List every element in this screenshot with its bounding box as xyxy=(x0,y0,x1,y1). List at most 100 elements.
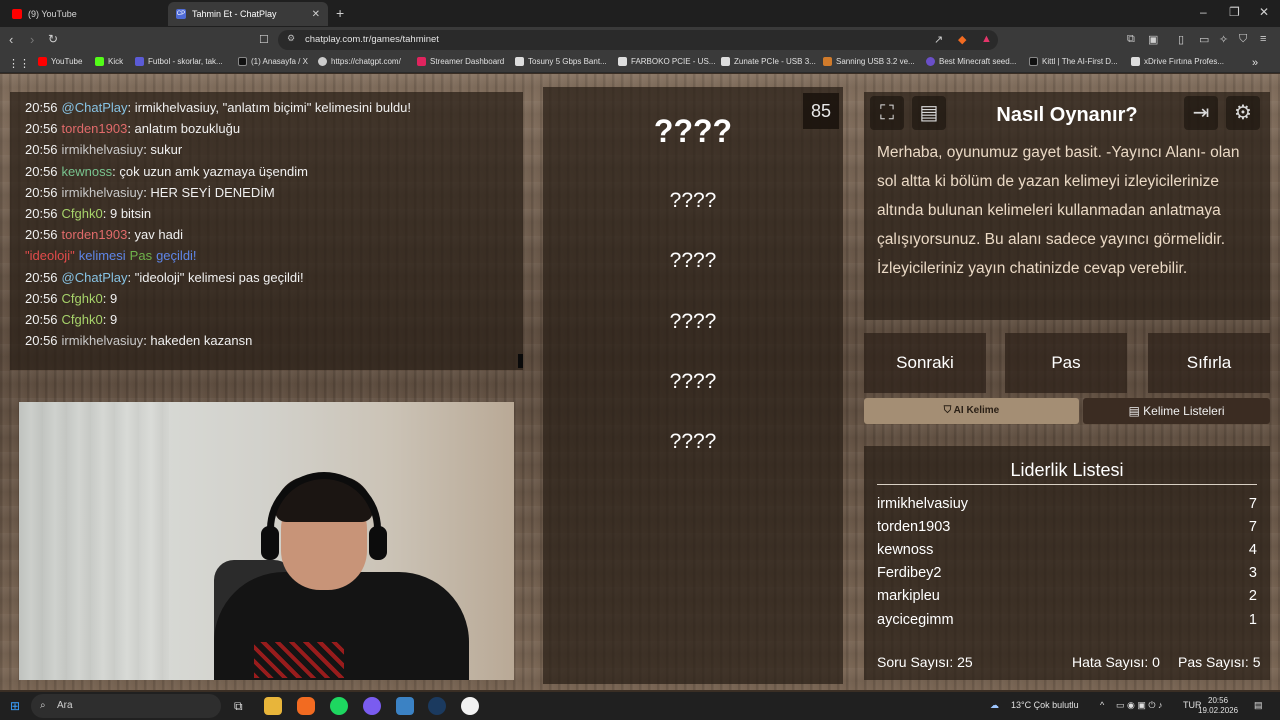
chat-text: : HER SEYİ DENEDİM xyxy=(143,184,275,200)
pass-button[interactable]: Pas xyxy=(1005,333,1127,393)
bookmark-x[interactable]: (1) Anasayfa / X xyxy=(238,57,308,66)
chat-username[interactable]: torden1903 xyxy=(62,121,128,136)
chat-text: : 9 xyxy=(102,312,118,327)
address-bar[interactable]: ⚙ chatplay.com.tr/games/tahminet xyxy=(278,30,998,50)
brave-rewards-icon[interactable]: ▲ xyxy=(981,33,992,45)
chat-username[interactable]: irmikhelvasiuy xyxy=(62,185,144,200)
notification-icon[interactable]: ▤ xyxy=(1254,700,1263,711)
chat-username[interactable]: irmikhelvasiuy xyxy=(62,333,144,348)
x-icon xyxy=(238,57,247,66)
bookmark-sanning[interactable]: Sanning USB 3.2 ve... xyxy=(823,57,915,66)
more-bookmarks-icon[interactable]: » xyxy=(1252,57,1258,69)
chat-message: 20:56 kewnoss: çok uzun amk yazmaya üşend… xyxy=(25,164,308,179)
bookmark-tosuny[interactable]: Tosuny 5 Gbps Bant... xyxy=(515,57,607,66)
restore-icon[interactable]: ❐ xyxy=(1229,5,1240,19)
site-info-icon[interactable]: ⚙ xyxy=(287,33,295,44)
bookmark-farboko[interactable]: FARBOKO PCIE - US... xyxy=(618,57,715,66)
next-button[interactable]: Sonraki xyxy=(864,333,986,393)
sidebar-icon[interactable]: ▯ xyxy=(1178,33,1184,46)
menu-icon[interactable]: ≡ xyxy=(1260,33,1266,45)
windows-start-icon[interactable]: ⊞ xyxy=(10,699,20,713)
leaderboard-row: aycicegimm 1 xyxy=(877,612,1257,628)
chat-username[interactable]: Cfghk0 xyxy=(62,206,103,221)
chat-message: 20:56 Cfghk0: 9 bitsin xyxy=(25,206,151,221)
settings-gear-icon[interactable]: ⚙ xyxy=(1226,96,1260,130)
game-page: 20:56 @ChatPlay: irmikhelvasiuy, "anlatım… xyxy=(0,74,1280,690)
list-icon: ▤ xyxy=(1128,404,1144,418)
tab-youtube[interactable]: (9) YouTube xyxy=(4,2,168,26)
wallet-icon[interactable]: ▭ xyxy=(1199,33,1209,46)
bookmark-kittl[interactable]: Kittl | The AI-First D... xyxy=(1029,57,1118,66)
leaderboard-title: Liderlik Listesi xyxy=(1010,460,1124,480)
apps-icon[interactable]: ⋮⋮ xyxy=(8,57,30,70)
reload-icon[interactable]: ↻ xyxy=(48,32,58,46)
show-hidden-icons[interactable]: ^ xyxy=(1100,700,1104,710)
taskbar-search[interactable]: ⌕ Ara xyxy=(31,694,221,718)
word-lists-button[interactable]: ▤ Kelime Listeleri xyxy=(1083,398,1270,424)
chat-text: : hakeden kazansn xyxy=(143,333,253,349)
minimize-icon[interactable]: – xyxy=(1200,5,1207,19)
secret-word: ???? xyxy=(653,113,733,149)
steam-icon[interactable] xyxy=(428,697,446,715)
exit-icon[interactable]: ⇥ xyxy=(1184,96,1218,130)
new-tab-icon[interactable]: + xyxy=(336,5,344,21)
chat-text: : irmikhelvasiuy, "anlatım biçimi" kelim… xyxy=(127,100,412,115)
bookmark-streamer-dashboard[interactable]: Streamer Dashboard xyxy=(417,57,504,66)
bookmark-icon[interactable]: ☐ xyxy=(259,33,269,46)
close-tab-icon[interactable]: ✕ xyxy=(312,9,320,20)
chat-username[interactable]: Cfghk0 xyxy=(62,312,103,327)
leaderboard-row: Ferdibey2 3 xyxy=(877,565,1257,581)
brave-shields-icon[interactable]: ◆ xyxy=(958,33,966,46)
bookmark-youtube[interactable]: YouTube xyxy=(38,57,82,66)
chatgpt-app-icon[interactable] xyxy=(461,697,479,715)
spotify-icon[interactable] xyxy=(330,697,348,715)
bookmark-kick[interactable]: Kick xyxy=(95,57,123,66)
file-explorer-icon[interactable] xyxy=(264,697,282,715)
discord-icon[interactable] xyxy=(363,697,381,715)
system-clock[interactable]: 20:56 19.02.2026 xyxy=(1198,696,1238,716)
weather-text[interactable]: 13°C Çok bulutlu xyxy=(1011,700,1079,710)
futbol-icon xyxy=(135,57,144,66)
chat-scrollbar[interactable] xyxy=(518,354,523,368)
chat-message: 20:56 @ChatPlay: irmikhelvasiuy, "anlatım… xyxy=(25,100,411,115)
vpn-icon[interactable]: ⛉ xyxy=(1239,33,1247,46)
chat-text: : yav hadi xyxy=(127,227,183,243)
bookmark-xdrive[interactable]: xDrive Fırtına Profes... xyxy=(1131,57,1224,66)
bookmark-futbol[interactable]: Futbol - skorlar, tak... xyxy=(135,57,223,66)
chat-username[interactable]: @ChatPlay xyxy=(62,100,128,115)
bookmark-minecraft[interactable]: Best Minecraft seed... xyxy=(926,57,1016,66)
chat-username[interactable]: kewnoss xyxy=(62,164,113,179)
tab-chatplay[interactable]: CP Tahmin Et - ChatPlay ✕ xyxy=(168,2,328,26)
chat-text: : sukur xyxy=(143,142,183,158)
chat-username[interactable]: torden1903 xyxy=(62,227,128,242)
brave-icon[interactable] xyxy=(297,697,315,715)
bookmark-chatgpt[interactable]: https://chatgpt.com/ xyxy=(318,57,401,66)
chat-username[interactable]: irmikhelvasiuy xyxy=(62,142,144,157)
weather-icon[interactable]: ☁ xyxy=(990,700,999,711)
window-close-icon[interactable]: ✕ xyxy=(1259,5,1269,19)
chat-username[interactable]: Cfghk0 xyxy=(62,291,103,306)
chat-timestamp: 20:56 xyxy=(25,100,58,115)
leo-icon[interactable]: ✧ xyxy=(1219,33,1228,46)
chat-timestamp: 20:56 xyxy=(25,206,58,221)
obs-icon[interactable] xyxy=(396,697,414,715)
forbidden-word: ???? xyxy=(669,310,717,333)
back-icon[interactable]: ‹ xyxy=(9,32,13,47)
screenshot-icon[interactable]: ▣ xyxy=(1148,33,1158,46)
chatgpt-icon xyxy=(318,57,327,66)
chat-panel: 20:56 @ChatPlay: irmikhelvasiuy, "anlatım… xyxy=(10,92,523,370)
youtube-icon xyxy=(38,57,47,66)
dashboard-icon xyxy=(417,57,426,66)
tray-icons[interactable]: ▭ ◉ ▣ ⏻ ♪ xyxy=(1116,700,1162,711)
forward-icon[interactable]: › xyxy=(30,32,34,47)
task-view-icon[interactable]: ⧉ xyxy=(234,699,243,714)
shirt-print xyxy=(254,642,344,678)
chat-username[interactable]: @ChatPlay xyxy=(62,270,128,285)
share-icon[interactable]: ↗ xyxy=(934,33,943,46)
kick-icon xyxy=(95,57,104,66)
reset-button[interactable]: Sıfırla xyxy=(1148,333,1270,393)
ai-word-button[interactable]: ⛉ AI Kelime xyxy=(864,398,1079,424)
bookmark-zunate[interactable]: Zunate PCIe - USB 3... xyxy=(721,57,816,66)
extensions-icon[interactable]: ⧉ xyxy=(1127,33,1135,46)
chat-text: : çok uzun amk yazmaya üşendim xyxy=(112,163,308,179)
